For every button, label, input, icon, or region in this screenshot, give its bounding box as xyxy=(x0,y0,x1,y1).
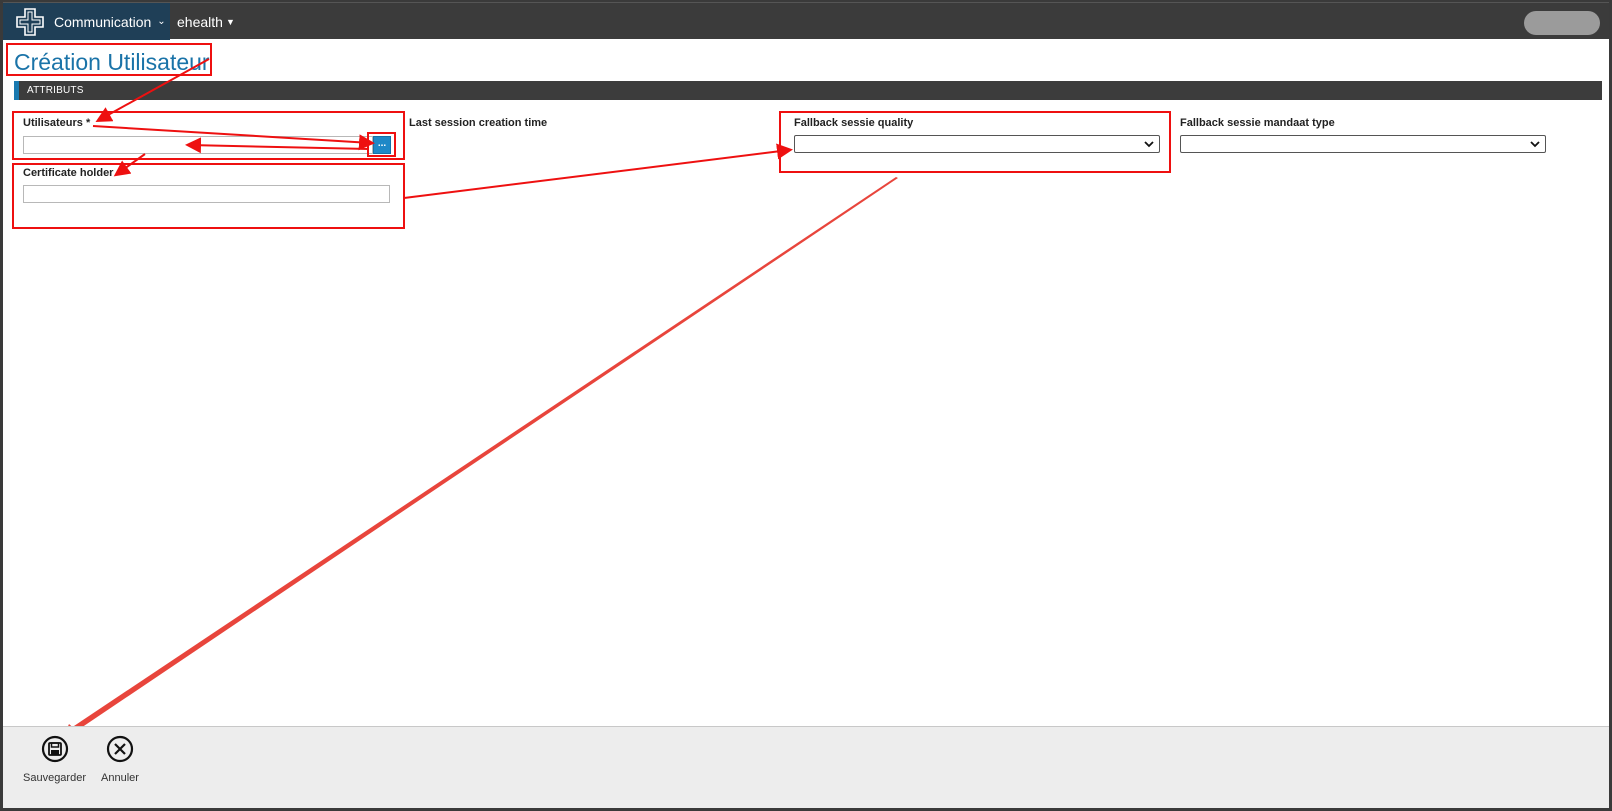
chevron-down-icon: ⌄ xyxy=(157,16,166,27)
app-menu-button[interactable]: Communication ⌄ xyxy=(3,3,170,40)
close-circle-icon xyxy=(106,735,134,763)
users-picker-button[interactable]: ... xyxy=(373,136,391,154)
ehealth-menu-label: ehealth xyxy=(177,14,223,30)
certificate-holder-input[interactable] xyxy=(23,185,390,203)
chevron-down-icon xyxy=(1530,141,1540,148)
certificate-holder-label: Certificate holder xyxy=(23,167,114,179)
last-session-label: Last session creation time xyxy=(409,117,548,129)
ehealth-menu[interactable]: ehealth ▼ xyxy=(177,14,235,30)
fallback-mandate-label: Fallback sessie mandaat type xyxy=(1180,117,1335,129)
cross-logo-icon xyxy=(16,7,44,36)
cancel-label: Annuler xyxy=(101,772,139,784)
fallback-quality-label: Fallback sessie quality xyxy=(794,117,914,129)
caret-down-icon: ▼ xyxy=(225,17,235,27)
save-button[interactable]: Sauvegarder xyxy=(23,735,86,784)
footer-toolbar: Sauvegarder Annuler xyxy=(3,726,1609,808)
users-input[interactable] xyxy=(23,136,373,154)
section-label: ATTRIBUTS xyxy=(27,85,84,96)
fallback-quality-select[interactable] xyxy=(794,135,1160,153)
chevron-down-icon xyxy=(1144,141,1154,148)
user-menu-button[interactable] xyxy=(1524,11,1600,35)
app-menu-label: Communication xyxy=(54,13,152,30)
users-label: Utilisateurs * xyxy=(23,117,91,129)
page-title: Création Utilisateur xyxy=(14,49,210,75)
fallback-mandate-select[interactable] xyxy=(1180,135,1546,153)
app-window: Communication ⌄ ehealth ▼ Création Utili… xyxy=(3,2,1609,808)
floppy-disk-icon xyxy=(41,735,68,763)
top-navigation-bar: Communication ⌄ ehealth ▼ xyxy=(3,2,1609,40)
section-header: ATTRIBUTS xyxy=(14,81,1602,100)
save-label: Sauvegarder xyxy=(23,772,86,784)
cancel-button[interactable]: Annuler xyxy=(101,735,139,784)
